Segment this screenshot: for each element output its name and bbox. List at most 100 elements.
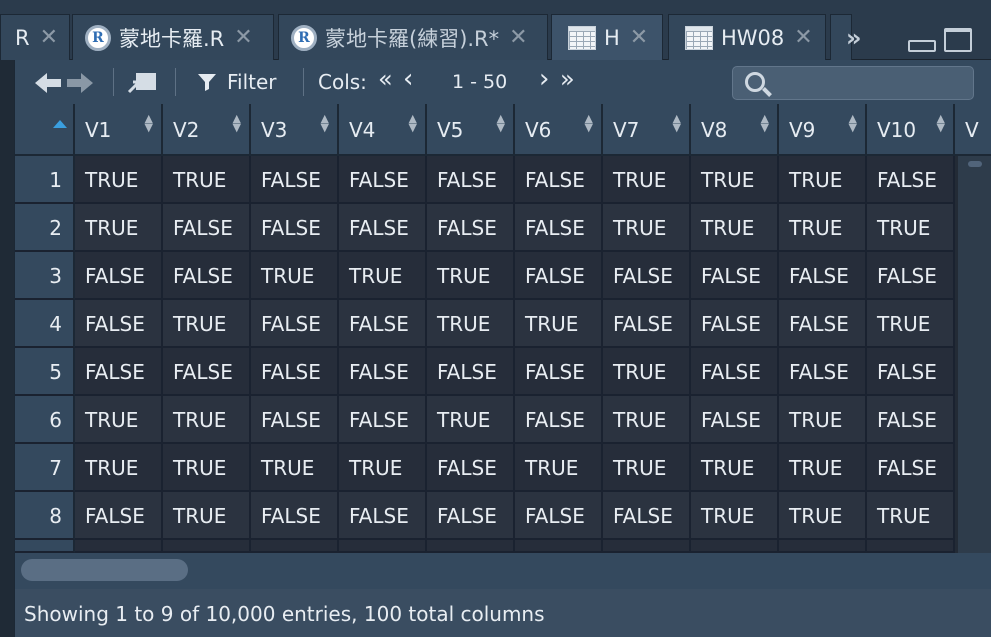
- vertical-scrollbar[interactable]: [958, 156, 991, 553]
- previous-columns-button[interactable]: ‹: [403, 57, 413, 101]
- tab-data-hw08[interactable]: HW08 ✕: [668, 14, 826, 60]
- table-cell[interactable]: FALSE: [339, 300, 427, 348]
- table-cell[interactable]: TRUE: [339, 444, 427, 492]
- table-cell[interactable]: TRUE: [603, 204, 691, 252]
- table-cell[interactable]: TRUE: [779, 204, 867, 252]
- table-cell[interactable]: FALSE: [75, 300, 163, 348]
- table-cell[interactable]: FALSE: [867, 348, 955, 396]
- table-cell[interactable]: TRUE: [515, 444, 603, 492]
- column-header[interactable]: V: [955, 104, 991, 156]
- table-cell[interactable]: FALSE: [779, 300, 867, 348]
- table-cell[interactable]: TRUE: [251, 252, 339, 300]
- table-cell[interactable]: FALSE: [603, 300, 691, 348]
- table-cell[interactable]: TRUE: [691, 492, 779, 540]
- table-cell[interactable]: FALSE: [339, 492, 427, 540]
- sort-toggle-icon[interactable]: ▲ ▼: [585, 113, 593, 133]
- table-cell[interactable]: TRUE: [427, 252, 515, 300]
- table-cell[interactable]: FALSE: [163, 204, 251, 252]
- table-cell[interactable]: FALSE: [867, 444, 955, 492]
- show-in-new-window-icon[interactable]: [127, 71, 159, 95]
- row-number-header[interactable]: [15, 104, 75, 156]
- horizontal-scrollbar[interactable]: [14, 553, 991, 589]
- table-cell[interactable]: FALSE: [779, 252, 867, 300]
- column-header[interactable]: V5 ▲ ▼: [427, 104, 515, 156]
- tab-monte-carlo-script[interactable]: R 蒙地卡羅.R ✕: [72, 14, 274, 60]
- table-cell[interactable]: TRUE: [867, 492, 955, 540]
- table-cell[interactable]: FALSE: [427, 156, 515, 204]
- table-cell[interactable]: FALSE: [427, 492, 515, 540]
- table-cell[interactable]: FALSE: [339, 156, 427, 204]
- table-cell[interactable]: FALSE: [427, 444, 515, 492]
- table-cell[interactable]: FALSE: [427, 348, 515, 396]
- sort-toggle-icon[interactable]: ▲ ▼: [673, 113, 681, 133]
- tab-data-h[interactable]: H ✕: [551, 14, 663, 60]
- table-cell[interactable]: FALSE: [251, 348, 339, 396]
- column-header[interactable]: V1 ▲ ▼: [75, 104, 163, 156]
- table-cell[interactable]: TRUE: [75, 396, 163, 444]
- table-cell[interactable]: FALSE: [867, 396, 955, 444]
- back-forward-arrows-icon[interactable]: [33, 71, 95, 95]
- maximize-pane-icon[interactable]: [944, 28, 972, 52]
- table-cell[interactable]: FALSE: [339, 348, 427, 396]
- table-cell[interactable]: FALSE: [75, 252, 163, 300]
- table-cell[interactable]: TRUE: [75, 204, 163, 252]
- table-cell[interactable]: FALSE: [75, 492, 163, 540]
- sort-toggle-icon[interactable]: ▲ ▼: [937, 113, 945, 133]
- minimize-pane-icon[interactable]: [908, 40, 936, 52]
- sort-toggle-icon[interactable]: ▲ ▼: [145, 113, 153, 133]
- column-header[interactable]: V2 ▲ ▼: [163, 104, 251, 156]
- table-cell[interactable]: FALSE: [339, 204, 427, 252]
- tab-monte-carlo-practice-script[interactable]: R 蒙地卡羅(練習).R* ✕: [278, 14, 548, 60]
- column-header[interactable]: V6 ▲ ▼: [515, 104, 603, 156]
- next-columns-button[interactable]: ›: [539, 57, 549, 101]
- column-header[interactable]: V8 ▲ ▼: [691, 104, 779, 156]
- table-cell[interactable]: FALSE: [867, 156, 955, 204]
- table-cell[interactable]: FALSE: [603, 252, 691, 300]
- table-cell[interactable]: TRUE: [779, 156, 867, 204]
- column-header[interactable]: V3 ▲ ▼: [251, 104, 339, 156]
- horizontal-scrollbar-thumb[interactable]: [21, 559, 188, 581]
- last-columns-button[interactable]: »: [560, 57, 575, 101]
- tabs-overflow-chevron-icon[interactable]: »: [846, 24, 861, 52]
- table-cell[interactable]: FALSE: [691, 348, 779, 396]
- table-cell[interactable]: FALSE: [515, 396, 603, 444]
- table-cell[interactable]: FALSE: [779, 348, 867, 396]
- table-cell[interactable]: FALSE: [75, 348, 163, 396]
- close-icon[interactable]: ✕: [509, 26, 527, 49]
- table-cell[interactable]: FALSE: [163, 348, 251, 396]
- table-cell[interactable]: TRUE: [163, 156, 251, 204]
- table-cell[interactable]: FALSE: [515, 156, 603, 204]
- table-cell[interactable]: FALSE: [163, 252, 251, 300]
- table-cell[interactable]: TRUE: [867, 204, 955, 252]
- table-cell[interactable]: FALSE: [251, 300, 339, 348]
- table-cell[interactable]: FALSE: [603, 492, 691, 540]
- table-cell[interactable]: FALSE: [515, 252, 603, 300]
- search-input[interactable]: [732, 66, 974, 100]
- table-cell[interactable]: TRUE: [163, 444, 251, 492]
- table-cell[interactable]: FALSE: [515, 492, 603, 540]
- table-cell[interactable]: TRUE: [339, 252, 427, 300]
- table-cell[interactable]: TRUE: [603, 444, 691, 492]
- table-cell[interactable]: FALSE: [339, 396, 427, 444]
- table-cell[interactable]: TRUE: [603, 156, 691, 204]
- table-cell[interactable]: FALSE: [251, 156, 339, 204]
- table-cell[interactable]: FALSE: [515, 204, 603, 252]
- close-icon[interactable]: ✕: [234, 26, 252, 49]
- table-cell[interactable]: FALSE: [691, 252, 779, 300]
- column-header[interactable]: V4 ▲ ▼: [339, 104, 427, 156]
- table-cell[interactable]: TRUE: [691, 156, 779, 204]
- first-columns-button[interactable]: «: [378, 57, 393, 101]
- sort-toggle-icon[interactable]: ▲ ▼: [321, 113, 329, 133]
- table-cell[interactable]: TRUE: [251, 444, 339, 492]
- close-icon[interactable]: ✕: [40, 26, 58, 49]
- filter-button[interactable]: Filter: [197, 60, 277, 104]
- column-header[interactable]: V9 ▲ ▼: [779, 104, 867, 156]
- column-header[interactable]: V10 ▲ ▼: [867, 104, 955, 156]
- sort-toggle-icon[interactable]: ▲ ▼: [409, 113, 417, 133]
- table-cell[interactable]: TRUE: [779, 396, 867, 444]
- table-cell[interactable]: TRUE: [163, 492, 251, 540]
- table-cell[interactable]: FALSE: [251, 396, 339, 444]
- close-icon[interactable]: ✕: [794, 26, 812, 49]
- table-cell[interactable]: FALSE: [691, 300, 779, 348]
- table-cell[interactable]: TRUE: [75, 444, 163, 492]
